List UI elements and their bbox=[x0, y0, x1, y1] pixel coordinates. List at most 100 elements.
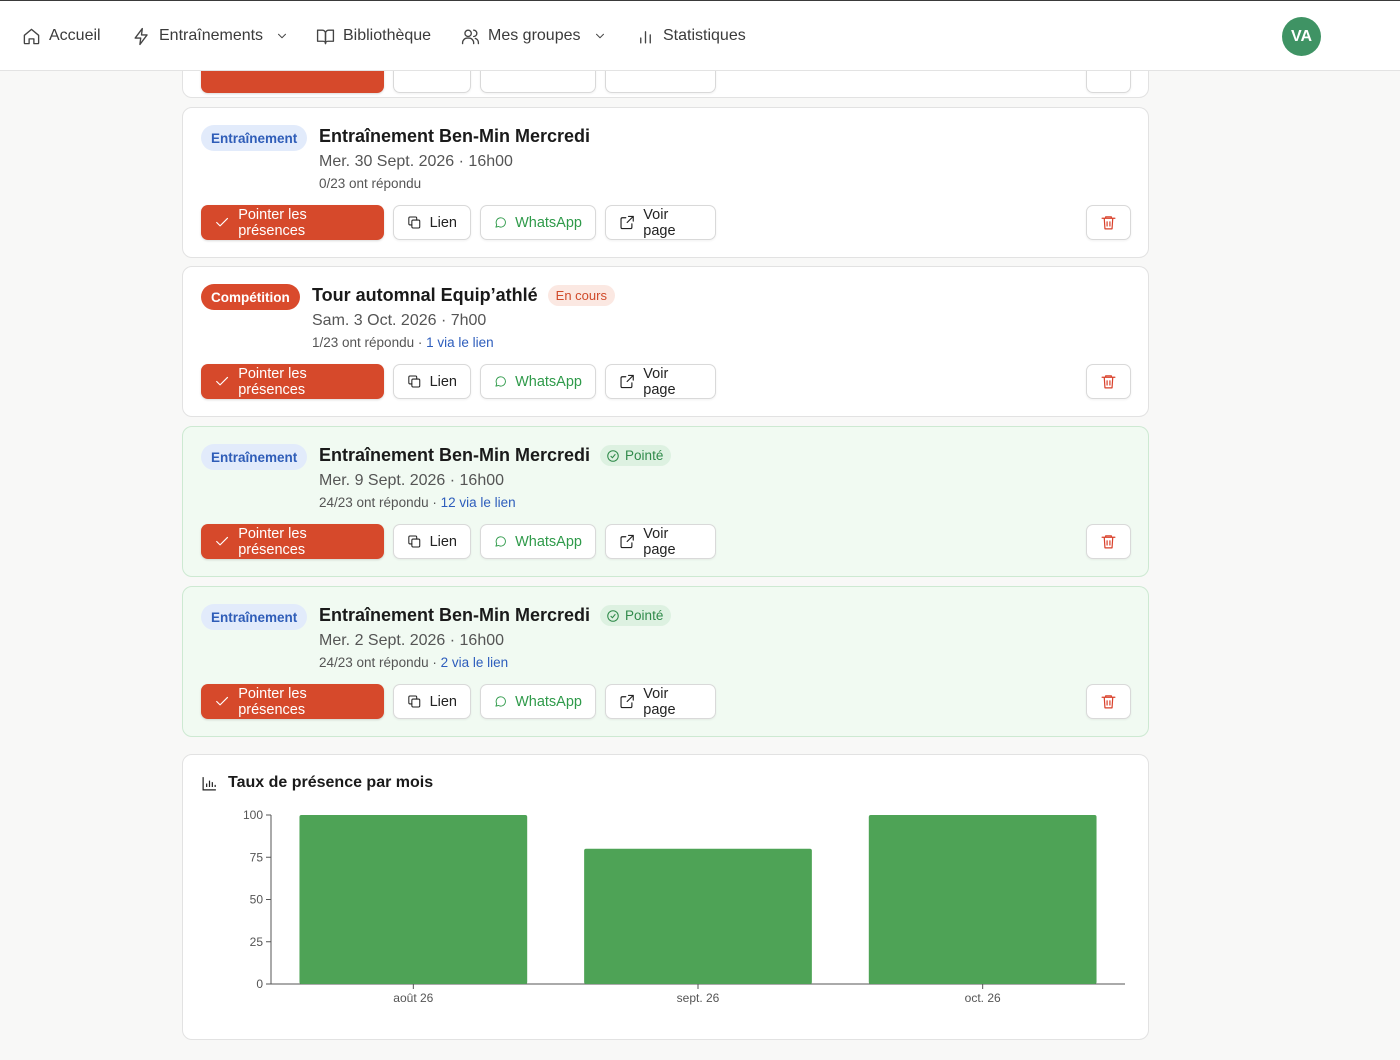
view-page-button[interactable]: Voir page bbox=[605, 524, 716, 559]
x-tick-label: oct. 26 bbox=[965, 991, 1001, 1005]
via-link-count: 2 via le lien bbox=[440, 655, 509, 670]
check-icon bbox=[216, 376, 229, 386]
event-date: Mer. 30 Sept. 2026 · 16h00 bbox=[319, 153, 513, 170]
top-navigation-bar: Accueil Entraînements Bibliothèque Mes g… bbox=[0, 0, 1400, 71]
delete-button[interactable] bbox=[1086, 364, 1131, 399]
trash-icon bbox=[1101, 535, 1116, 549]
trash-icon bbox=[1101, 375, 1116, 389]
event-date: Mer. 2 Sept. 2026 · 16h00 bbox=[319, 632, 505, 649]
event-responses-count: 1/23 ont répondu · bbox=[312, 335, 427, 350]
y-tick-label: 0 bbox=[256, 977, 263, 991]
event-card: Entraînement Entraînement Ben-Min Mercre… bbox=[182, 586, 1149, 737]
copy-icon bbox=[408, 695, 421, 708]
status-badge: En cours bbox=[547, 285, 615, 306]
event-date: Sam. 3 Oct. 2026 · 7h00 bbox=[312, 312, 487, 329]
delete-button[interactable] bbox=[1086, 524, 1131, 559]
event-title: Entraînement Ben-Min Mercredi bbox=[319, 445, 591, 465]
pointer-presences-button[interactable]: Pointer les présences bbox=[201, 364, 384, 399]
view-page-button[interactable]: Voir page bbox=[605, 684, 716, 719]
delete-button[interactable] bbox=[1086, 684, 1131, 719]
status-badge: Pointé bbox=[600, 605, 672, 626]
event-responses: 1/23 ont répondu · 1 via le lien bbox=[312, 335, 494, 350]
nav-mes-groupes[interactable]: Mes groupes bbox=[461, 23, 607, 49]
message-circle-icon bbox=[495, 696, 506, 707]
message-circle-icon bbox=[495, 376, 506, 387]
event-type-badge: Compétition bbox=[201, 284, 300, 310]
via-link-count: 12 via le lien bbox=[440, 495, 516, 510]
nav-bibliotheque[interactable]: Bibliothèque bbox=[316, 23, 431, 49]
event-type-badge: Entraînement bbox=[201, 444, 308, 470]
chart-bar bbox=[868, 815, 1097, 984]
nav-statistiques-label: Statistiques bbox=[663, 27, 746, 44]
pointer-presences-label: Pointer les présences bbox=[238, 365, 307, 398]
users-icon bbox=[461, 28, 480, 44]
copy-link-button[interactable]: Lien bbox=[393, 684, 471, 719]
event-type-badge: Entraînement bbox=[201, 125, 308, 151]
event-card: Compétition Tour automnal Equip’athlé En… bbox=[182, 266, 1149, 417]
avatar[interactable]: VA bbox=[1282, 17, 1321, 56]
y-tick-label: 25 bbox=[250, 935, 264, 949]
external-link-icon bbox=[620, 694, 634, 709]
message-circle-icon bbox=[495, 217, 506, 228]
copy-link-button[interactable]: Lien bbox=[393, 205, 471, 240]
trash-icon bbox=[1101, 216, 1116, 230]
pointer-presences-button[interactable]: Pointer les présences bbox=[201, 524, 384, 559]
event-title: Tour automnal Equip’athlé bbox=[312, 285, 538, 305]
whatsapp-button[interactable]: WhatsApp bbox=[480, 684, 596, 719]
status-label: Pointé bbox=[625, 608, 664, 623]
chevron-down-icon bbox=[278, 33, 287, 39]
nav-bibliotheque-label: Bibliothèque bbox=[343, 27, 432, 44]
event-responses: 0/23 ont répondu bbox=[319, 176, 421, 191]
event-responses-count: 0/23 ont répondu bbox=[319, 176, 422, 191]
check-circle-icon bbox=[607, 609, 619, 622]
event-responses-count: 24/23 ont répondu · bbox=[319, 495, 441, 510]
whatsapp-label: WhatsApp bbox=[515, 533, 582, 550]
copy-link-button[interactable]: Lien bbox=[393, 364, 471, 399]
whatsapp-button[interactable]: WhatsApp bbox=[480, 524, 596, 559]
event-date: Mer. 9 Sept. 2026 · 16h00 bbox=[319, 472, 505, 489]
attendance-bar-chart: 0 25 50 75 100 août 26 sept. 26 oct. 26 bbox=[243, 808, 1125, 1005]
view-page-label: Voir page bbox=[643, 525, 676, 558]
nav-entrainements-label: Entraînements bbox=[159, 27, 264, 44]
chevron-down-icon bbox=[595, 33, 604, 39]
check-icon bbox=[216, 536, 229, 546]
chart-bar bbox=[584, 848, 812, 984]
check-icon bbox=[216, 696, 229, 706]
event-responses: 24/23 ont répondu · 2 via le lien bbox=[319, 655, 508, 670]
nav-statistiques[interactable]: Statistiques bbox=[636, 23, 746, 49]
message-circle-icon bbox=[495, 536, 506, 547]
pointer-presences-label: Pointer les présences bbox=[238, 685, 307, 718]
view-page-label: Voir page bbox=[643, 685, 676, 718]
whatsapp-label: WhatsApp bbox=[515, 214, 582, 231]
trash-icon bbox=[1101, 695, 1116, 709]
view-page-button[interactable]: Voir page bbox=[605, 205, 716, 240]
whatsapp-button[interactable]: WhatsApp bbox=[480, 205, 596, 240]
pointer-presences-button[interactable]: Pointer les présences bbox=[201, 205, 384, 240]
external-link-icon bbox=[620, 215, 634, 230]
nav-accueil[interactable]: Accueil bbox=[22, 23, 101, 49]
copy-link-label: Lien bbox=[429, 533, 457, 550]
nav-mes-groupes-label: Mes groupes bbox=[488, 27, 581, 44]
pointer-presences-label: Pointer les présences bbox=[238, 206, 307, 239]
nav-entrainements[interactable]: Entraînements bbox=[132, 23, 289, 49]
whatsapp-label: WhatsApp bbox=[515, 693, 582, 710]
nav-accueil-label: Accueil bbox=[49, 27, 101, 44]
status-badge: Pointé bbox=[600, 445, 672, 466]
copy-icon bbox=[408, 535, 421, 548]
event-responses: 24/23 ont répondu · 12 via le lien bbox=[319, 495, 516, 510]
event-card: Entraînement Entraînement Ben-Min Mercre… bbox=[182, 107, 1149, 258]
pointer-presences-button[interactable]: Pointer les présences bbox=[201, 684, 384, 719]
home-icon bbox=[23, 28, 40, 44]
whatsapp-button[interactable]: WhatsApp bbox=[480, 364, 596, 399]
y-tick-label: 50 bbox=[250, 893, 264, 907]
copy-link-button[interactable]: Lien bbox=[393, 524, 471, 559]
event-card: Entraînement Entraînement Ben-Min Mercre… bbox=[182, 426, 1149, 577]
view-page-label: Voir page bbox=[643, 206, 676, 239]
attendance-chart-card: Taux de présence par mois 0 25 50 75 100 août… bbox=[182, 754, 1149, 1040]
chart-bar bbox=[299, 815, 528, 984]
view-page-button[interactable]: Voir page bbox=[605, 364, 716, 399]
copy-link-label: Lien bbox=[429, 693, 457, 710]
copy-icon bbox=[408, 375, 421, 388]
view-page-label: Voir page bbox=[643, 365, 676, 398]
delete-button[interactable] bbox=[1086, 205, 1131, 240]
